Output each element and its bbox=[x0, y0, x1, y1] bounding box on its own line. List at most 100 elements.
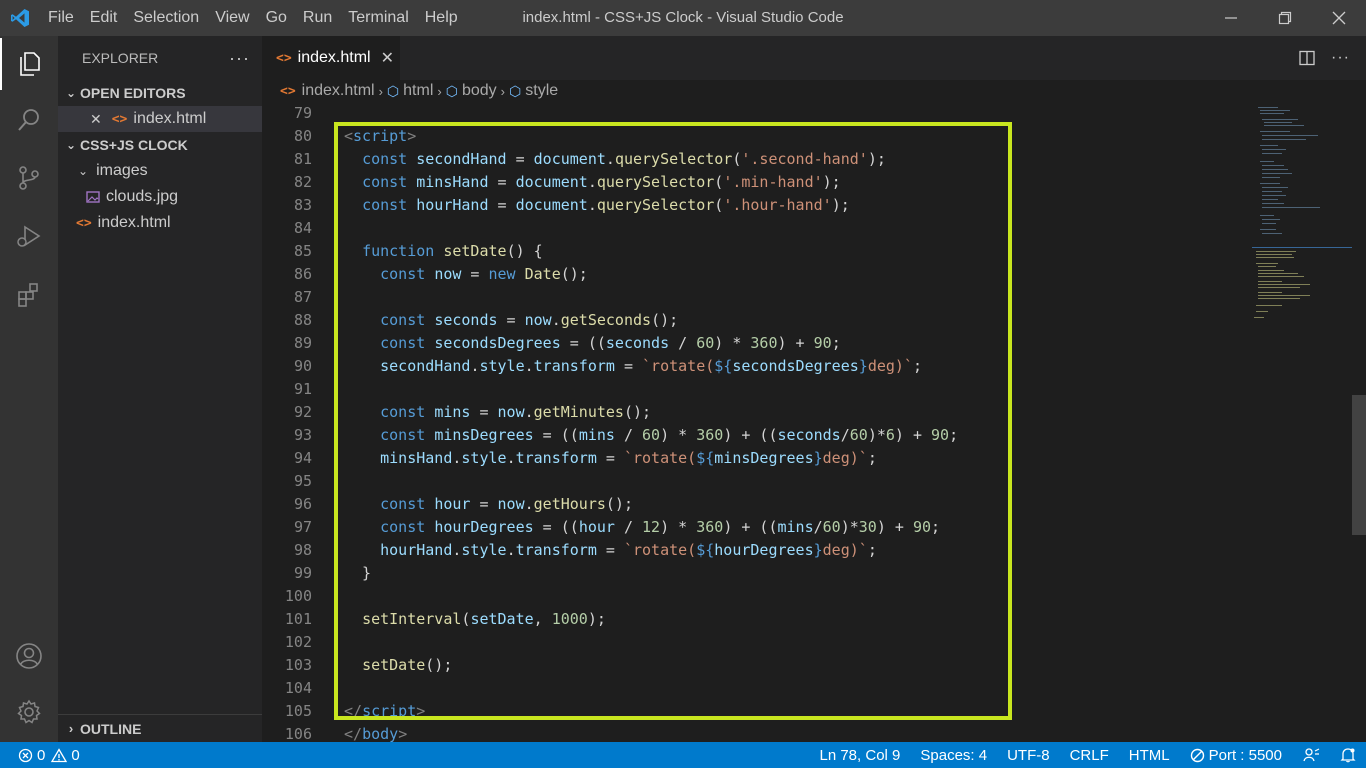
no-entry-icon bbox=[1190, 748, 1205, 763]
outline-label: OUTLINE bbox=[80, 720, 142, 737]
line-number: 105 bbox=[284, 702, 312, 720]
open-editors-label: OPEN EDITORS bbox=[80, 85, 186, 101]
settings-gear-icon[interactable] bbox=[0, 686, 58, 738]
title-bar: File Edit Selection View Go Run Terminal… bbox=[0, 0, 1366, 36]
source-control-icon[interactable] bbox=[0, 152, 58, 204]
line-number: 90 bbox=[293, 357, 312, 375]
menu-run[interactable]: Run bbox=[295, 0, 340, 36]
cursor-position[interactable]: Ln 78, Col 9 bbox=[809, 747, 910, 764]
explorer-icon[interactable] bbox=[0, 38, 58, 90]
line-number: 80 bbox=[293, 127, 312, 145]
editor-actions: ··· bbox=[1299, 36, 1350, 80]
open-editor-item[interactable]: ✕ <> index.html bbox=[58, 106, 262, 132]
line-number: 97 bbox=[293, 518, 312, 536]
tree-item-label: index.html bbox=[97, 214, 171, 231]
chevron-down-icon: ⌄ bbox=[78, 164, 89, 178]
explorer-header: EXPLORER ··· bbox=[58, 36, 262, 80]
more-actions-icon[interactable]: ··· bbox=[1331, 49, 1350, 67]
problems-indicator[interactable]: 0 0 bbox=[0, 747, 80, 764]
chevron-right-icon: › bbox=[437, 83, 442, 99]
extensions-icon[interactable] bbox=[0, 268, 58, 320]
line-number: 98 bbox=[293, 541, 312, 559]
line-number: 89 bbox=[293, 334, 312, 352]
open-editors-section[interactable]: ⌄ OPEN EDITORS bbox=[58, 80, 262, 106]
image-file-icon bbox=[86, 190, 100, 204]
menu-help[interactable]: Help bbox=[417, 0, 466, 36]
close-editor-icon[interactable]: ✕ bbox=[90, 111, 102, 128]
html-file-icon: <> bbox=[76, 215, 92, 231]
close-window-button[interactable] bbox=[1312, 0, 1366, 36]
port-label: Port : 5500 bbox=[1208, 746, 1282, 764]
project-label: CSS+JS CLOCK bbox=[80, 137, 188, 153]
line-number: 102 bbox=[284, 633, 312, 651]
split-editor-icon[interactable] bbox=[1299, 50, 1315, 66]
breadcrumb-item[interactable]: body bbox=[462, 82, 497, 100]
menu-file[interactable]: File bbox=[40, 0, 82, 36]
line-number: 88 bbox=[293, 311, 312, 329]
code-editor[interactable]: 79 80 81 82 83 84 85 86 87 88 89 90 91 92 93 94 95 96 97 98… bbox=[262, 105, 1366, 742]
line-number: 84 bbox=[293, 219, 312, 237]
error-count: 0 bbox=[37, 746, 46, 764]
restore-button[interactable] bbox=[1258, 0, 1312, 36]
end-of-line[interactable]: CRLF bbox=[1060, 747, 1119, 764]
breadcrumb-item[interactable]: style bbox=[525, 82, 558, 100]
line-number: 101 bbox=[284, 610, 312, 628]
live-server-port[interactable]: Port : 5500 bbox=[1180, 747, 1292, 764]
line-number: 83 bbox=[293, 196, 312, 214]
explorer-title: EXPLORER bbox=[82, 50, 159, 66]
line-number: 79 bbox=[293, 105, 312, 122]
symbol-element-icon: ⬡ bbox=[386, 82, 400, 99]
error-icon bbox=[18, 748, 33, 763]
feedback-icon[interactable] bbox=[1292, 747, 1330, 763]
run-debug-icon[interactable] bbox=[0, 210, 58, 262]
encoding[interactable]: UTF-8 bbox=[997, 747, 1060, 764]
tree-file-index[interactable]: <> index.html bbox=[58, 210, 262, 236]
chevron-right-icon: › bbox=[378, 83, 383, 99]
line-number: 92 bbox=[293, 403, 312, 421]
activity-bar bbox=[0, 36, 58, 742]
minimap[interactable] bbox=[1252, 105, 1352, 325]
minimize-button[interactable] bbox=[1204, 0, 1258, 36]
symbol-element-icon: ⬡ bbox=[445, 82, 458, 99]
code-line: </body> bbox=[344, 725, 408, 742]
notifications-bell-icon[interactable] bbox=[1330, 747, 1366, 763]
line-number: 99 bbox=[293, 564, 312, 582]
breadcrumb-item[interactable]: index.html bbox=[302, 82, 375, 100]
breadcrumb: <> index.html › ⬡ html › ⬡ body › ⬡ styl… bbox=[262, 80, 1366, 102]
chevron-right-icon: › bbox=[500, 83, 506, 99]
menu-selection[interactable]: Selection bbox=[125, 0, 207, 36]
open-editor-label: index.html bbox=[133, 110, 207, 127]
menu-go[interactable]: Go bbox=[258, 0, 295, 36]
warning-count: 0 bbox=[71, 746, 80, 764]
highlight-annotation-box bbox=[334, 122, 1012, 720]
tab-index-html[interactable]: <> index.html ✕ bbox=[262, 36, 400, 80]
chevron-right-icon: › bbox=[68, 721, 74, 736]
line-number: 100 bbox=[284, 587, 312, 605]
outline-section[interactable]: › OUTLINE bbox=[58, 714, 262, 742]
menu-edit[interactable]: Edit bbox=[82, 0, 126, 36]
menu-terminal[interactable]: Terminal bbox=[340, 0, 416, 36]
line-number: 94 bbox=[293, 449, 312, 467]
tree-folder-images[interactable]: ⌄ images bbox=[58, 158, 262, 184]
vscode-logo-icon bbox=[0, 0, 40, 36]
scrollbar-thumb[interactable] bbox=[1352, 395, 1366, 535]
explorer-sidebar: EXPLORER ··· ⌄ OPEN EDITORS ✕ <> index.h… bbox=[58, 36, 262, 742]
line-number: 95 bbox=[293, 472, 312, 490]
project-section[interactable]: ⌄ CSS+JS CLOCK bbox=[58, 132, 262, 158]
close-tab-icon[interactable]: ✕ bbox=[381, 48, 394, 68]
menu-view[interactable]: View bbox=[207, 0, 257, 36]
tree-file-clouds[interactable]: clouds.jpg bbox=[58, 184, 262, 210]
account-icon[interactable] bbox=[0, 630, 58, 682]
more-actions-icon[interactable]: ··· bbox=[229, 48, 250, 69]
menu-bar: File Edit Selection View Go Run Terminal… bbox=[40, 0, 466, 36]
line-number: 85 bbox=[293, 242, 312, 260]
tree-item-label: clouds.jpg bbox=[106, 188, 179, 205]
language-mode[interactable]: HTML bbox=[1119, 747, 1180, 764]
vertical-scrollbar[interactable] bbox=[1352, 105, 1366, 742]
status-bar: 0 0 Ln 78, Col 9 Spaces: 4 UTF-8 CRLF HT… bbox=[0, 742, 1366, 768]
search-icon[interactable] bbox=[0, 94, 58, 146]
breadcrumb-item[interactable]: html bbox=[403, 82, 433, 100]
indentation[interactable]: Spaces: 4 bbox=[910, 747, 997, 764]
html-file-icon: <> bbox=[280, 83, 296, 99]
line-number: 82 bbox=[293, 173, 312, 191]
